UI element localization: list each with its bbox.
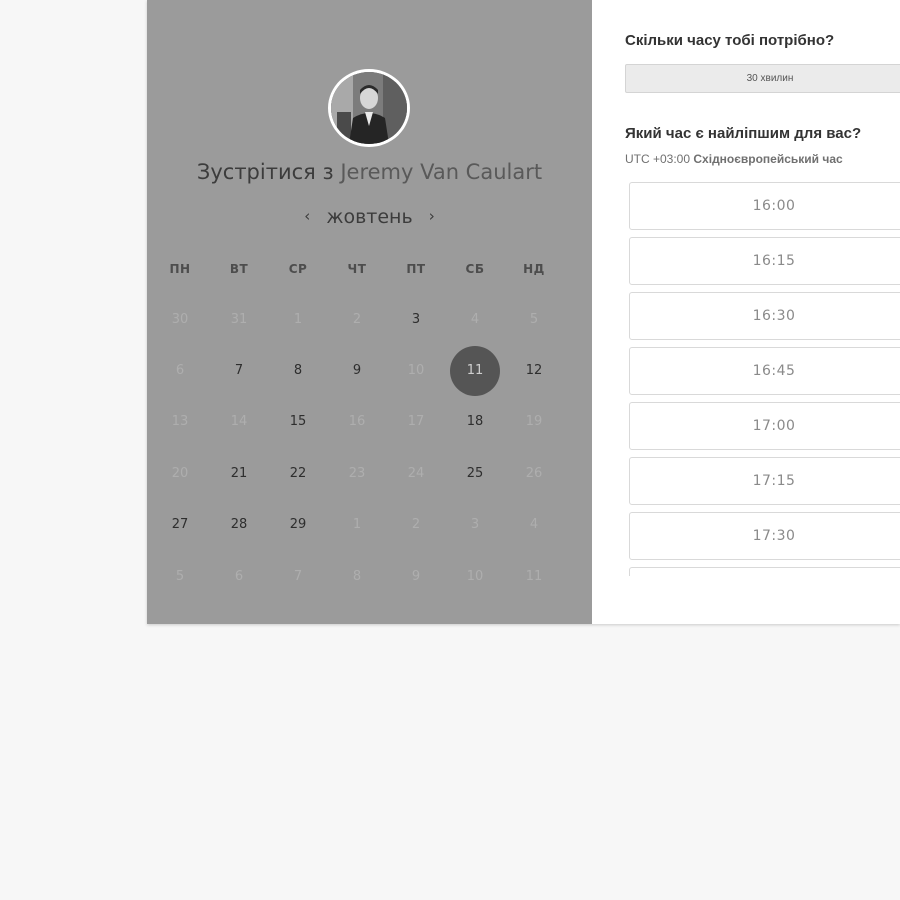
calendar-day-unavailable: 11 bbox=[525, 569, 543, 584]
calendar-day-unavailable: 4 bbox=[529, 517, 539, 532]
duration-select[interactable]: 30 хвилин bbox=[625, 64, 900, 93]
weekday-label: СР bbox=[288, 262, 308, 276]
booking-panel: Скільки часу тобі потрібно? 30 хвилин Як… bbox=[592, 0, 900, 624]
calendar-day-unavailable: 6 bbox=[175, 363, 185, 378]
calendar-day-available[interactable]: 12 bbox=[509, 346, 559, 396]
time-slot-list: 16:00 16:15 16:30 16:45 17:00 17:15 17:30 bbox=[629, 182, 900, 576]
calendar-day-available[interactable]: 27 bbox=[155, 500, 205, 550]
calendar-day-unavailable: 5 bbox=[529, 312, 539, 327]
time-slot-button[interactable] bbox=[629, 567, 900, 576]
calendar-day-unavailable: 13 bbox=[171, 414, 189, 429]
calendar-day-available[interactable]: 18 bbox=[450, 397, 500, 447]
meeting-title-prefix: Зустрітися з bbox=[196, 160, 334, 184]
time-slot-button[interactable]: 17:30 bbox=[629, 512, 900, 560]
calendar-day-available[interactable]: 28 bbox=[214, 500, 264, 550]
calendar-day-unavailable: 26 bbox=[525, 466, 543, 481]
chevron-right-icon[interactable]: › bbox=[419, 207, 445, 225]
weekday-label: СБ bbox=[465, 262, 485, 276]
calendar-day-unavailable: 24 bbox=[407, 466, 425, 481]
calendar-day-unavailable: 7 bbox=[293, 569, 303, 584]
calendar-day-unavailable: 30 bbox=[171, 312, 189, 327]
calendar-day-unavailable: 10 bbox=[407, 363, 425, 378]
calendar-panel: Зустрітися з Jeremy Van Caulart ‹ жовтен… bbox=[147, 0, 592, 624]
time-slot-button[interactable]: 16:30 bbox=[629, 292, 900, 340]
calendar-day-available[interactable]: 29 bbox=[273, 500, 323, 550]
calendar-day-unavailable: 16 bbox=[348, 414, 366, 429]
calendar-day-unavailable: 1 bbox=[293, 312, 303, 327]
calendar-day-unavailable: 8 bbox=[352, 569, 362, 584]
weekday-header-row: ПН ВТ СР ЧТ ПТ СБ НД bbox=[147, 262, 592, 278]
calendar-day-available[interactable]: 21 bbox=[214, 449, 264, 499]
scheduling-widget: Зустрітися з Jeremy Van Caulart ‹ жовтен… bbox=[147, 0, 900, 624]
calendar-day-available[interactable]: 15 bbox=[273, 397, 323, 447]
chevron-left-icon[interactable]: ‹ bbox=[294, 207, 320, 225]
duration-question: Скільки часу тобі потрібно? bbox=[625, 32, 835, 49]
month-navigation: ‹ жовтень › bbox=[147, 206, 592, 228]
calendar-day-unavailable: 20 bbox=[171, 466, 189, 481]
calendar-day-unavailable: 14 bbox=[230, 414, 248, 429]
host-avatar bbox=[328, 69, 410, 147]
time-slot-button[interactable]: 17:15 bbox=[629, 457, 900, 505]
calendar-day-unavailable: 10 bbox=[466, 569, 484, 584]
timezone-offset: UTC +03:00 bbox=[625, 152, 691, 166]
calendar-day-unavailable: 5 bbox=[175, 569, 185, 584]
weekday-label: НД bbox=[523, 262, 545, 276]
time-slot-button[interactable]: 16:45 bbox=[629, 347, 900, 395]
month-label: жовтень bbox=[326, 206, 413, 228]
time-slot-button[interactable]: 16:15 bbox=[629, 237, 900, 285]
calendar-day-unavailable: 23 bbox=[348, 466, 366, 481]
calendar-day-unavailable: 6 bbox=[234, 569, 244, 584]
weekday-label: ВТ bbox=[229, 262, 249, 276]
calendar-day-unavailable: 9 bbox=[411, 569, 421, 584]
calendar-day-unavailable: 1 bbox=[352, 517, 362, 532]
calendar-day-available[interactable]: 8 bbox=[273, 346, 323, 396]
calendar-day-available[interactable]: 25 bbox=[450, 449, 500, 499]
timezone-label[interactable]: UTC +03:00 Східноєвропейський час bbox=[625, 152, 843, 166]
time-slot-button[interactable]: 16:00 bbox=[629, 182, 900, 230]
time-question: Який час є найліпшим для вас? bbox=[625, 125, 862, 142]
calendar-day-unavailable: 4 bbox=[470, 312, 480, 327]
calendar-day-available[interactable]: 22 bbox=[273, 449, 323, 499]
weekday-label: ЧТ bbox=[347, 262, 367, 276]
calendar-day-unavailable: 31 bbox=[230, 312, 248, 327]
calendar-day-available[interactable]: 3 bbox=[391, 295, 441, 345]
calendar-day-unavailable: 19 bbox=[525, 414, 543, 429]
host-photo-image bbox=[331, 72, 407, 144]
calendar-day-unavailable: 17 bbox=[407, 414, 425, 429]
calendar-day-unavailable: 2 bbox=[352, 312, 362, 327]
host-name: Jeremy Van Caulart bbox=[340, 160, 543, 184]
calendar-day-unavailable: 2 bbox=[411, 517, 421, 532]
calendar-day-available[interactable]: 9 bbox=[332, 346, 382, 396]
weekday-label: ПН bbox=[169, 262, 191, 276]
calendar-day-selected[interactable]: 11 bbox=[450, 346, 500, 396]
calendar-day-available[interactable]: 7 bbox=[214, 346, 264, 396]
timezone-name: Східноєвропейський час bbox=[693, 152, 843, 166]
calendar-day-unavailable: 3 bbox=[470, 517, 480, 532]
time-slot-button[interactable]: 17:00 bbox=[629, 402, 900, 450]
meeting-title: Зустрітися з Jeremy Van Caulart bbox=[147, 160, 592, 184]
weekday-label: ПТ bbox=[406, 262, 426, 276]
